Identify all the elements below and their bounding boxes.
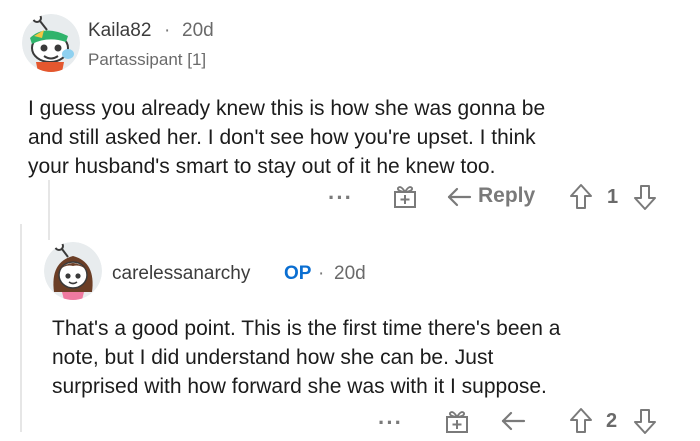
comment-body-line: your husband's smart to stay out of it h… <box>28 155 496 178</box>
reply-arrow-icon <box>501 411 526 431</box>
user-flair: Partassipant [1] <box>88 50 207 69</box>
comment-author[interactable]: carelessanarchy <box>112 263 250 285</box>
reply-button[interactable]: Reply <box>446 183 536 211</box>
meta-separator: · <box>318 263 325 284</box>
user-avatar[interactable] <box>22 14 80 72</box>
comment-body: That's a good point. This is the first t… <box>52 314 692 401</box>
reply-button[interactable] <box>500 410 526 437</box>
downvote-button[interactable] <box>632 406 658 441</box>
snoo-avatar-icon <box>22 14 80 72</box>
upvote-arrow-icon <box>570 184 592 209</box>
comment-author[interactable]: Kaila82 <box>88 20 151 42</box>
comment-age: 20d <box>334 263 366 284</box>
comment-body-line: surprised with how forward she was with … <box>52 375 547 398</box>
award-button[interactable] <box>444 408 470 439</box>
comment-body-line: and still asked her. I don't see how you… <box>28 126 536 149</box>
snoo-avatar-icon <box>44 242 102 300</box>
gift-icon <box>446 411 468 433</box>
comment-body-line: note, but I did understand how she can b… <box>52 346 494 369</box>
award-button[interactable] <box>392 183 418 214</box>
comment-body-line: That's a good point. This is the first t… <box>52 317 561 340</box>
comment-1: Kaila82 · 20d Partassipant [1] I guess y… <box>0 0 700 220</box>
more-options-button[interactable]: ··· <box>328 185 353 211</box>
vote-score: 1 <box>607 186 619 208</box>
more-options-button[interactable]: ··· <box>378 410 403 436</box>
op-badge: OP <box>284 263 312 284</box>
meta-separator: · <box>164 20 171 41</box>
user-avatar[interactable] <box>44 242 102 300</box>
comment-age: 20d <box>182 20 214 41</box>
gift-icon <box>394 186 416 208</box>
downvote-button[interactable] <box>632 182 658 217</box>
comment-2: carelessanarchy OP · 20d That's a good p… <box>0 230 700 435</box>
reply-arrow-icon <box>447 187 472 207</box>
comment-body-line: I guess you already knew this is how she… <box>28 97 546 120</box>
comment-body: I guess you already knew this is how she… <box>28 94 688 181</box>
reply-label: Reply <box>478 184 536 207</box>
upvote-button[interactable] <box>568 406 594 441</box>
upvote-button[interactable] <box>568 182 594 217</box>
downvote-arrow-icon <box>634 185 656 210</box>
vote-score: 2 <box>606 410 618 432</box>
